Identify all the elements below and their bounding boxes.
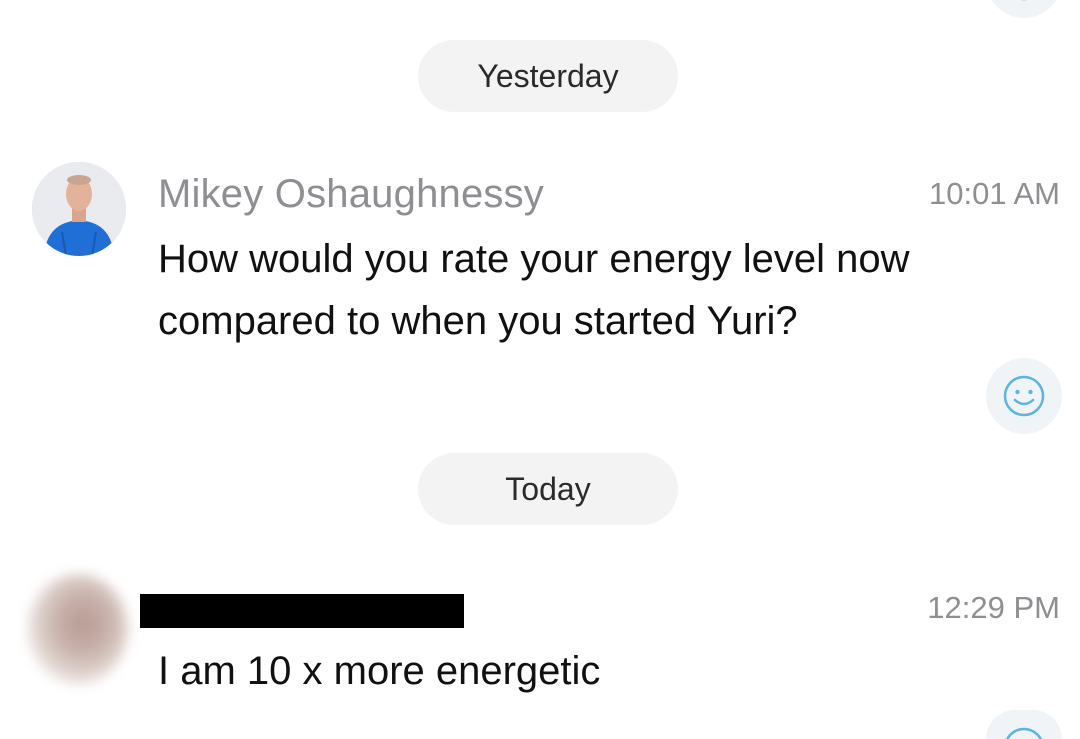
message-timestamp: 12:29 PM: [927, 590, 1060, 625]
message-text: I am 10 x more energetic: [158, 649, 601, 693]
smiley-face-icon: [1003, 375, 1045, 417]
date-separator-label: Today: [505, 470, 591, 507]
avatar[interactable]: [28, 574, 128, 684]
react-button[interactable]: [986, 358, 1062, 434]
redacted-sender-name: [140, 594, 464, 628]
smiley-face-icon: [1005, 727, 1043, 739]
message-text: How would you rate your energy level now…: [158, 237, 910, 343]
date-separator-yesterday: Yesterday: [418, 40, 678, 112]
sender-name[interactable]: Mikey Oshaughnessy: [158, 172, 544, 217]
smiley-face-icon: [1020, 0, 1028, 1]
avatar[interactable]: [32, 162, 126, 256]
react-button-partial-bottom[interactable]: [986, 710, 1062, 739]
react-button-partial-top[interactable]: [986, 0, 1062, 18]
date-separator-label: Yesterday: [477, 57, 619, 94]
avatar-photo: [32, 162, 126, 256]
date-separator-today: Today: [418, 453, 678, 525]
message-timestamp: 10:01 AM: [929, 176, 1060, 211]
